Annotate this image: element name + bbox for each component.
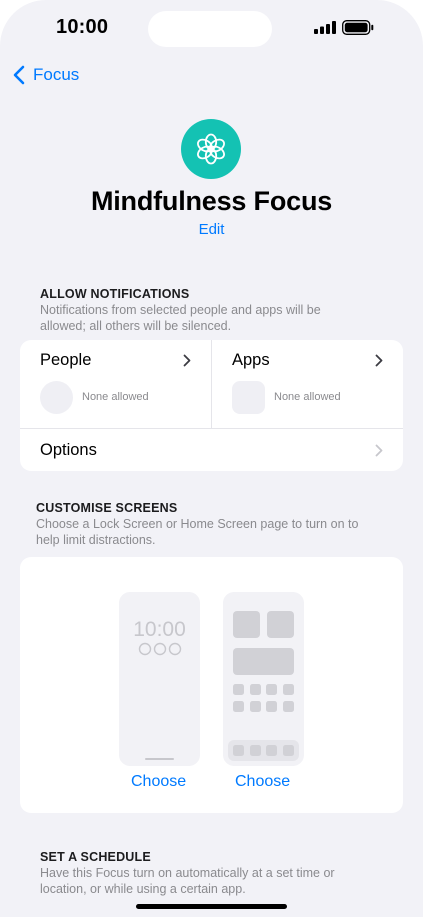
avatar-placeholder	[40, 381, 73, 414]
people-cell[interactable]: People None allowed	[20, 340, 211, 428]
apps-label: Apps	[232, 351, 270, 369]
flower-icon	[197, 133, 225, 165]
app-grid-icon	[228, 611, 299, 761]
app-icon-placeholder	[232, 381, 265, 414]
customise-screens-header: CUSTOMISE SCREENS	[36, 501, 178, 515]
lock-screen-preview[interactable]: 10:00	[119, 592, 200, 766]
options-label: Options	[40, 441, 97, 459]
people-label: People	[40, 351, 92, 369]
back-label: Focus	[33, 65, 80, 84]
subtitle-line: Choose a Lock Screen or Home Screen page…	[36, 517, 359, 531]
status-time: 10:00	[56, 16, 109, 38]
notifications-card: People None allowed Apps None allowed Op…	[20, 340, 403, 471]
battery-icon	[342, 20, 374, 35]
subtitle-line: help limit distractions.	[36, 532, 156, 547]
allow-notifications-subtitle: Notifications from selected people and a…	[40, 303, 321, 334]
chevron-right-icon	[375, 354, 383, 367]
phone-screen: 10:00 Focus Mindfulness Focus Edit ALLOW…	[0, 0, 423, 917]
status-bar: 10:00	[0, 0, 423, 56]
subtitle-line: allowed; all others will be silenced.	[40, 318, 232, 333]
lock-screen-time: 10:00	[133, 618, 186, 641]
edit-button[interactable]: Edit	[0, 221, 423, 238]
chevron-right-icon	[183, 354, 191, 367]
customise-screens-subtitle: Choose a Lock Screen or Home Screen page…	[36, 517, 358, 548]
home-screen-preview[interactable]	[223, 592, 304, 766]
screens-card: 10:00 Choose Choose	[20, 557, 403, 813]
widget-circles-icon	[138, 642, 182, 656]
chevron-right-icon	[375, 444, 383, 457]
schedule-header: SET A SCHEDULE	[40, 850, 151, 864]
dynamic-island	[148, 11, 272, 47]
apps-value: None allowed	[274, 391, 341, 403]
apps-cell[interactable]: Apps None allowed	[212, 340, 403, 428]
focus-icon-badge	[181, 119, 241, 179]
options-row[interactable]: Options	[20, 429, 403, 471]
subtitle-line: location, or while using a certain app.	[40, 881, 246, 896]
people-value: None allowed	[82, 391, 149, 403]
chevron-left-icon	[13, 65, 25, 85]
choose-home-screen-button[interactable]: Choose	[235, 773, 290, 791]
cellular-signal-icon	[314, 21, 336, 34]
back-button[interactable]: Focus	[12, 62, 79, 88]
schedule-subtitle: Have this Focus turn on automatically at…	[40, 866, 335, 897]
home-indicator[interactable]	[136, 904, 287, 909]
allow-notifications-header: ALLOW NOTIFICATIONS	[40, 287, 190, 301]
focus-title: Mindfulness Focus	[90, 186, 333, 216]
subtitle-line: Have this Focus turn on automatically at…	[40, 866, 335, 880]
lock-screen-home-bar	[145, 758, 174, 760]
subtitle-line: Notifications from selected people and a…	[40, 303, 321, 317]
choose-lock-screen-button[interactable]: Choose	[131, 773, 186, 791]
